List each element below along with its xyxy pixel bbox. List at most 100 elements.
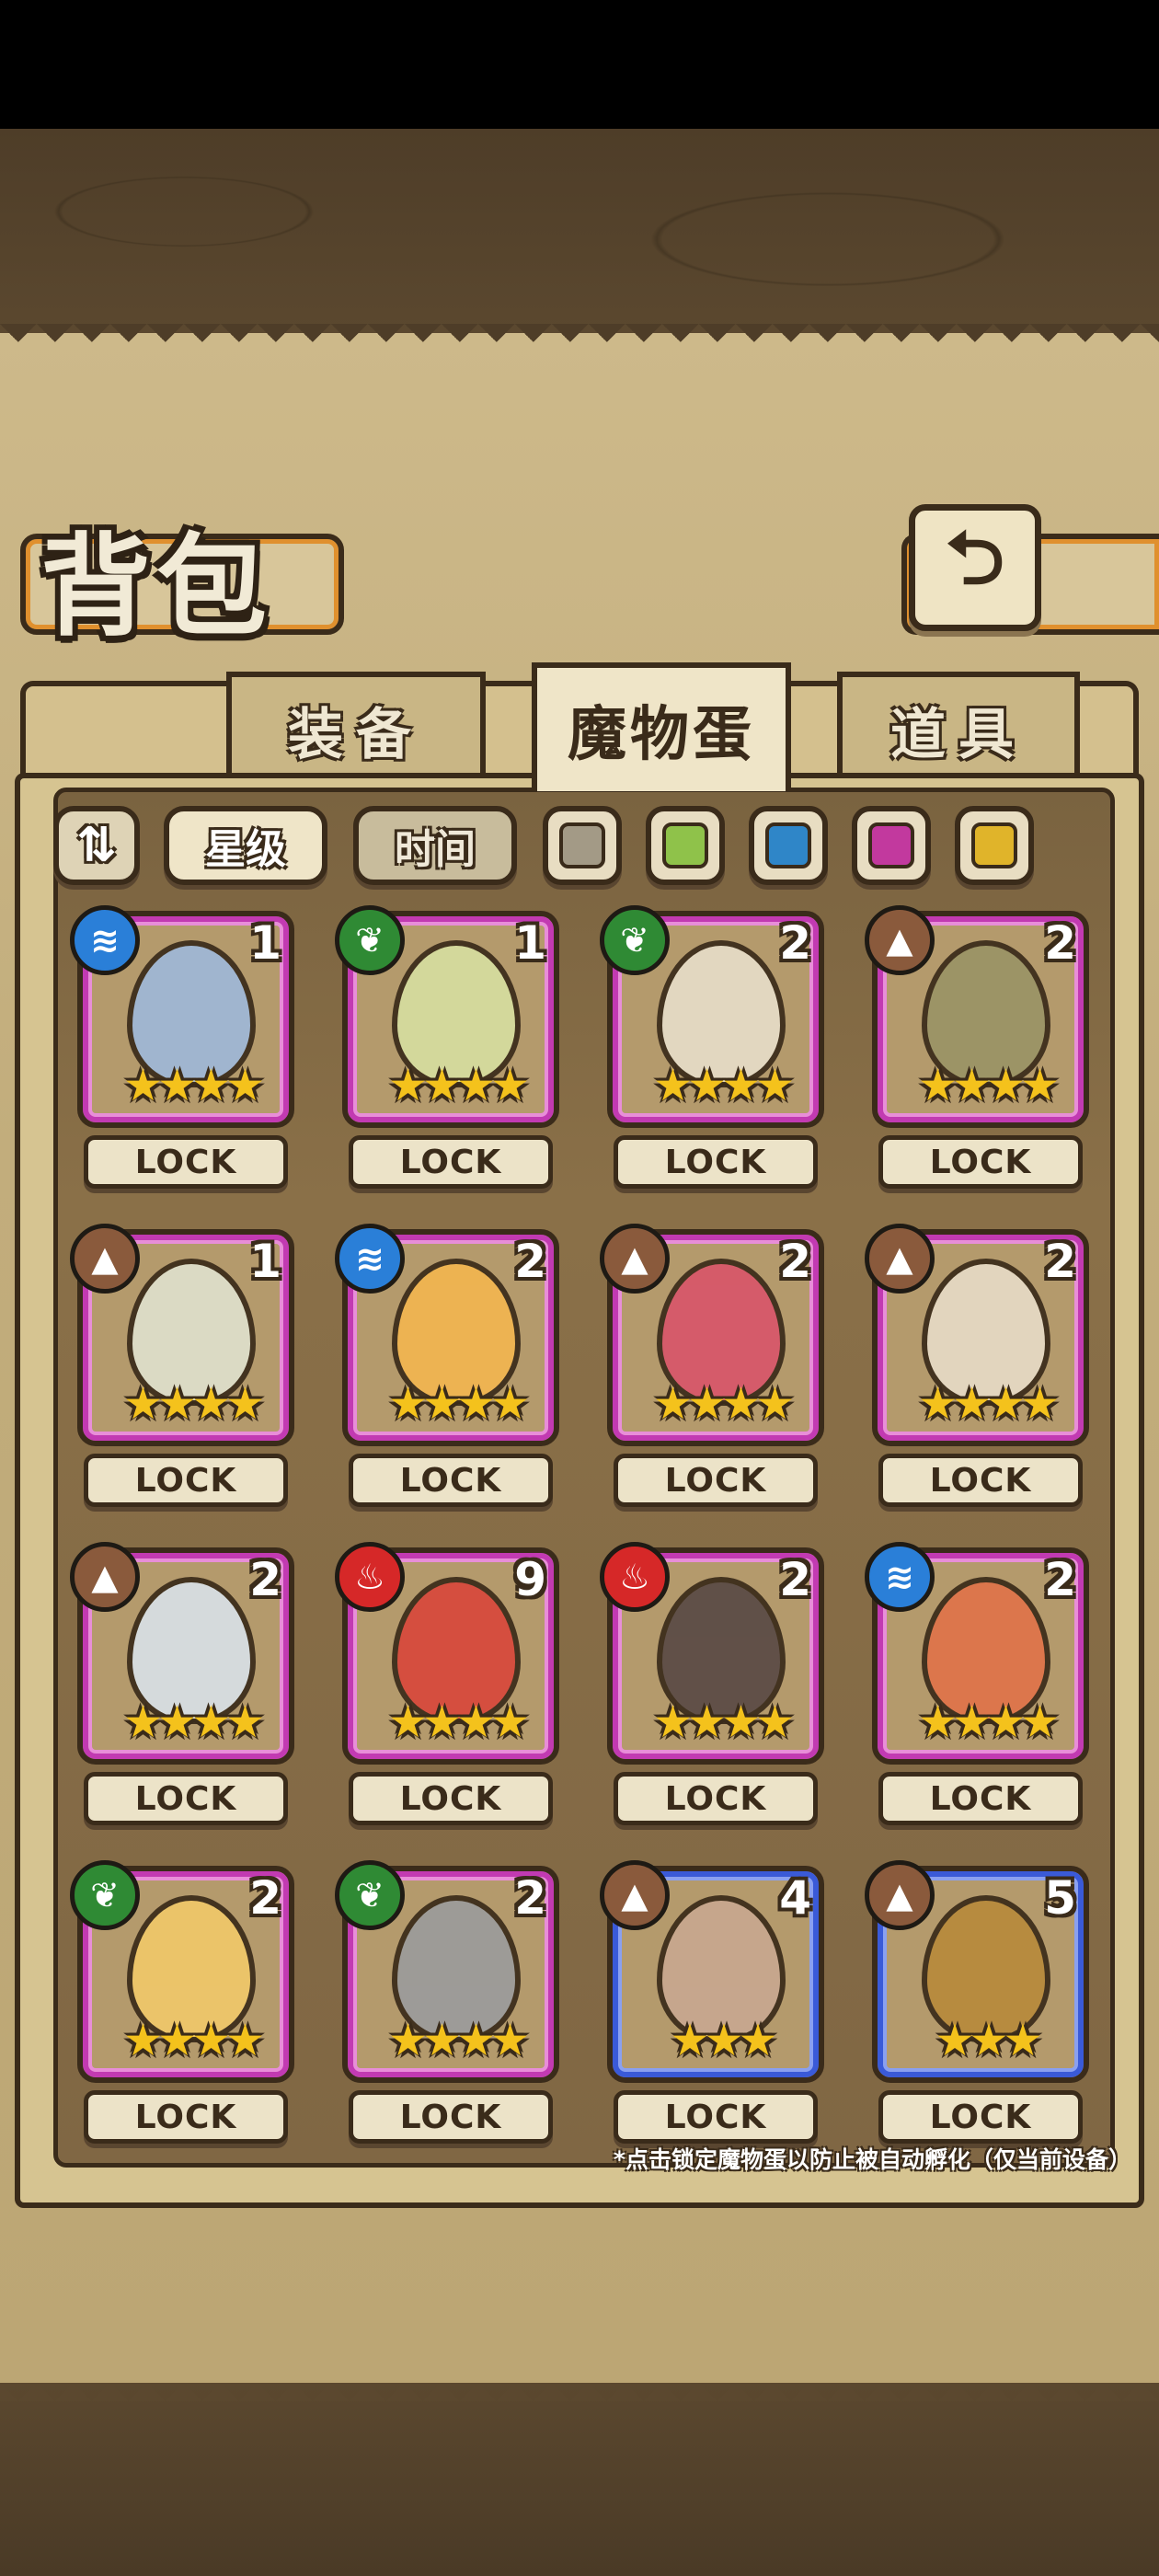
egg-count: 2: [1044, 1235, 1076, 1288]
color-swatch: [868, 822, 914, 868]
lock-button[interactable]: LOCK: [349, 1454, 553, 1507]
lock-button[interactable]: LOCK: [614, 1454, 818, 1507]
color-filter-yellow[interactable]: [955, 806, 1034, 885]
star-rating: ★★★★: [387, 1378, 530, 1430]
star-rating: ★★★★: [122, 1696, 265, 1748]
lock-button[interactable]: LOCK: [84, 1772, 288, 1825]
star-rating: ★★★: [670, 2015, 777, 2066]
egg-count: 4: [779, 1871, 811, 1925]
egg-card[interactable]: ★★★★ 2 ♨: [600, 1542, 824, 1765]
filter-star-button[interactable]: 星级: [164, 806, 327, 885]
color-swatch: [662, 822, 708, 868]
star-rating: ★★★★: [387, 2015, 530, 2066]
earth-element-icon: ▲: [600, 1224, 670, 1294]
zigzag-top-edge: [0, 324, 1159, 361]
color-swatch: [559, 822, 605, 868]
return-arrow-icon: ⮌: [945, 515, 1005, 601]
grass-element-icon: ❦: [335, 1860, 405, 1930]
star-rating: ★★★: [935, 2015, 1042, 2066]
lock-button[interactable]: LOCK: [614, 2090, 818, 2144]
star-rating: ★★★★: [387, 1060, 530, 1111]
egg-card[interactable]: ★★★★ 2 ❦: [335, 1860, 559, 2083]
egg-count: 2: [514, 1235, 546, 1288]
tab-items[interactable]: 道具: [837, 672, 1080, 782]
egg-count: 2: [779, 1235, 811, 1288]
map-top-band: [0, 129, 1159, 333]
map-bottom-band: [0, 2383, 1159, 2576]
egg-count: 2: [249, 1553, 281, 1606]
lock-button[interactable]: LOCK: [878, 1454, 1083, 1507]
lock-button[interactable]: LOCK: [614, 1772, 818, 1825]
back-button[interactable]: ⮌: [909, 504, 1041, 631]
egg-count: 2: [779, 1553, 811, 1606]
lock-button[interactable]: LOCK: [878, 1135, 1083, 1189]
color-filter-blue[interactable]: [749, 806, 828, 885]
color-swatch: [971, 822, 1017, 868]
star-rating: ★★★★: [917, 1378, 1060, 1430]
color-swatch: [765, 822, 811, 868]
star-rating: ★★★★: [122, 1060, 265, 1111]
lock-button[interactable]: LOCK: [349, 1135, 553, 1189]
color-filter-gray[interactable]: [543, 806, 622, 885]
lock-button[interactable]: LOCK: [878, 2090, 1083, 2144]
egg-card[interactable]: ★★★★ 2 ❦: [70, 1860, 294, 2083]
color-filter-pink[interactable]: [852, 806, 931, 885]
egg-count: 1: [514, 916, 546, 970]
egg-card[interactable]: ★★★ 5 ▲: [865, 1860, 1089, 2083]
grass-element-icon: ❦: [600, 905, 670, 975]
egg-card[interactable]: ★★★★ 1 ≋: [70, 905, 294, 1128]
egg-card[interactable]: ★★★★ 2 ≋: [865, 1542, 1089, 1765]
lock-button[interactable]: LOCK: [878, 1772, 1083, 1825]
star-rating: ★★★★: [122, 1378, 265, 1430]
egg-count: 2: [1044, 916, 1076, 970]
lock-button[interactable]: LOCK: [84, 2090, 288, 2144]
egg-card[interactable]: ★★★★ 2 ▲: [865, 1224, 1089, 1446]
lock-button[interactable]: LOCK: [349, 1772, 553, 1825]
color-filter-green[interactable]: [646, 806, 725, 885]
egg-count: 1: [249, 916, 281, 970]
egg-card[interactable]: ★★★★ 1 ▲: [70, 1224, 294, 1446]
earth-element-icon: ▲: [865, 1860, 935, 1930]
egg-card[interactable]: ★★★★ 1 ❦: [335, 905, 559, 1128]
zigzag-bottom-edge: [0, 2364, 1159, 2401]
earth-element-icon: ▲: [865, 905, 935, 975]
grass-element-icon: ❦: [335, 905, 405, 975]
lock-button[interactable]: LOCK: [614, 1135, 818, 1189]
lock-button[interactable]: LOCK: [84, 1135, 288, 1189]
fire-element-icon: ♨: [600, 1542, 670, 1612]
egg-card[interactable]: ★★★ 4 ▲: [600, 1860, 824, 2083]
egg-count: 1: [249, 1235, 281, 1288]
egg-count: 2: [249, 1871, 281, 1925]
lock-button[interactable]: LOCK: [349, 2090, 553, 2144]
sort-order-toggle[interactable]: ⇅: [53, 806, 140, 885]
tab-monster-eggs[interactable]: 魔物蛋: [532, 662, 791, 791]
egg-count: 2: [514, 1871, 546, 1925]
lock-button[interactable]: LOCK: [84, 1454, 288, 1507]
star-rating: ★★★★: [387, 1696, 530, 1748]
earth-element-icon: ▲: [70, 1542, 140, 1612]
sort-toggle-icon: ⇅: [76, 818, 117, 873]
star-rating: ★★★★: [122, 2015, 265, 2066]
star-rating: ★★★★: [652, 1696, 795, 1748]
egg-card[interactable]: ★★★★ 2 ▲: [70, 1542, 294, 1765]
water-element-icon: ≋: [335, 1224, 405, 1294]
egg-card[interactable]: ★★★★ 9 ♨: [335, 1542, 559, 1765]
egg-card[interactable]: ★★★★ 2 ▲: [600, 1224, 824, 1446]
page-title: 背包: [40, 522, 272, 651]
lock-hint-note: *点击锁定魔物蛋以防止被自动孵化（仅当前设备）: [613, 2146, 1131, 2173]
water-element-icon: ≋: [70, 905, 140, 975]
star-rating: ★★★★: [917, 1060, 1060, 1111]
egg-card[interactable]: ★★★★ 2 ≋: [335, 1224, 559, 1446]
grass-element-icon: ❦: [70, 1860, 140, 1930]
star-rating: ★★★★: [652, 1378, 795, 1430]
tab-equipment[interactable]: 装备: [226, 672, 486, 782]
earth-element-icon: ▲: [70, 1224, 140, 1294]
egg-card[interactable]: ★★★★ 2 ❦: [600, 905, 824, 1128]
egg-count: 2: [1044, 1553, 1076, 1606]
earth-element-icon: ▲: [600, 1860, 670, 1930]
egg-count: 2: [779, 916, 811, 970]
filter-time-button[interactable]: 时间: [353, 806, 517, 885]
egg-card[interactable]: ★★★★ 2 ▲: [865, 905, 1089, 1128]
egg-count: 9: [514, 1553, 546, 1606]
fire-element-icon: ♨: [335, 1542, 405, 1612]
